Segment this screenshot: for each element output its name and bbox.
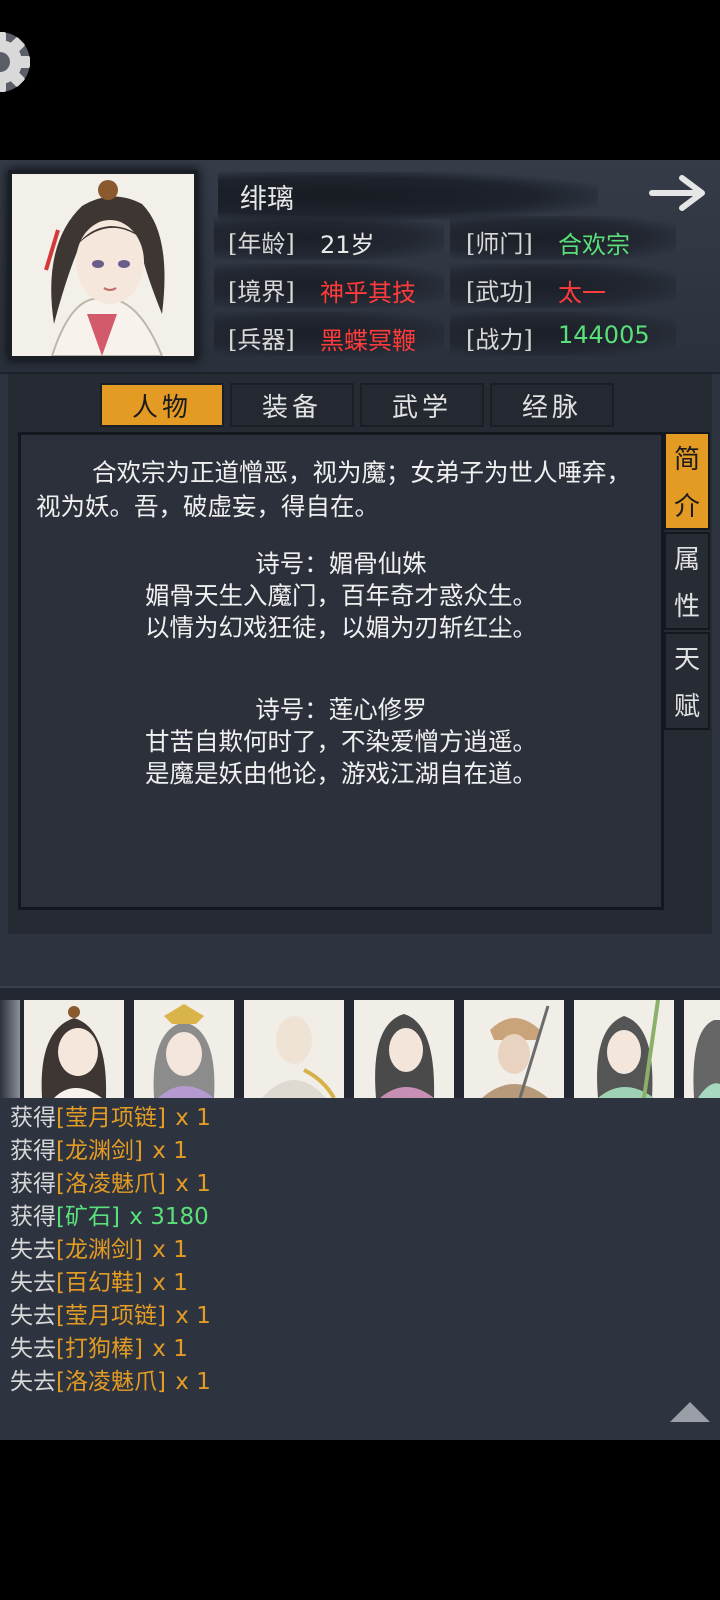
log-entry: 失去[洛凌魅爪] x 1 [10,1362,211,1396]
arrow-right-icon[interactable] [648,172,710,214]
log-verb: 失去 [10,1303,56,1329]
stat-value-realm: 神乎其技 [320,279,416,307]
log-qty: x 1 [175,1105,211,1131]
log-item: [洛凌魅爪] [56,1369,166,1395]
character-thumb[interactable] [354,1000,454,1098]
log-entry: 获得[洛凌魅爪] x 1 [10,1164,211,1198]
side-tab-char: 性 [673,592,700,622]
log-item: [莹月项链] [56,1105,166,1131]
log-entry: 获得[龙渊剑] x 1 [10,1131,188,1165]
log-qty: x 1 [175,1171,211,1197]
log-qty: x 1 [152,1336,188,1362]
side-tab-talents[interactable]: 天 赋 [664,632,710,730]
log-qty: x 1 [152,1138,188,1164]
log-qty: x 1 [152,1237,188,1263]
character-thumb-selected[interactable] [24,1000,124,1098]
divider [0,986,720,988]
log-item: [龙渊剑] [56,1138,143,1164]
log-item: [龙渊剑] [56,1237,143,1263]
side-tab-attributes[interactable]: 属 性 [664,532,710,630]
tab-character[interactable]: 人物 [100,383,224,427]
stat-value-weapon: 黑蝶冥鞭 [320,327,416,355]
stat-label-power: [战力] [466,326,533,354]
character-thumb[interactable] [464,1000,564,1098]
log-entry: 获得[矿石] x 3180 [10,1197,209,1231]
stat-value-sect: 合欢宗 [558,231,630,259]
stat-value-age: 21岁 [320,231,375,259]
log-item: [洛凌魅爪] [56,1171,166,1197]
side-tab-char: 天 [673,645,700,675]
log-verb: 失去 [10,1369,56,1395]
log-qty: x 1 [175,1303,211,1329]
log-qty: x 1 [175,1369,211,1395]
log-verb: 获得 [10,1138,56,1164]
tab-equipment[interactable]: 装备 [230,383,354,427]
poem-title: 诗号：莲心修罗 [255,695,427,724]
side-tab-char: 简 [673,445,700,475]
character-thumb[interactable] [574,1000,674,1098]
log-entry: 获得[莹月项链] x 1 [10,1098,211,1132]
intro-paragraph: 合欢宗为正道憎恶，视为魔；女弟子为世人唾弃，视为妖。吾，破虚妄，得自在。 [36,458,631,521]
log-item: [百幻鞋] [56,1270,143,1296]
stat-label-realm: [境界] [228,278,295,306]
stat-label-age: [年龄] [228,230,295,258]
tab-meridians[interactable]: 经脉 [490,383,614,427]
poem-line: 甘苦自欺何时了，不染爱憎方逍遥。 [145,727,537,756]
character-thumb[interactable] [134,1000,234,1098]
log-entry: 失去[莹月项链] x 1 [10,1296,211,1330]
stat-label-weapon: [兵器] [228,326,295,354]
character-thumb[interactable] [244,1000,344,1098]
log-entry: 失去[百幻鞋] x 1 [10,1263,188,1297]
poem-line: 是魔是妖由他论，游戏江湖自在道。 [145,759,537,788]
side-tab-char: 赋 [673,692,700,722]
stat-label-sect: [师门] [466,230,533,258]
log-qty: x 1 [152,1270,188,1296]
poem-title: 诗号：媚骨仙姝 [255,549,427,578]
log-verb: 失去 [10,1237,56,1263]
stat-label-martial: [武功] [466,278,533,306]
side-tab-intro[interactable]: 简 介 [664,432,710,530]
character-name: 绯璃 [240,184,294,215]
log-item: [矿石] [56,1204,120,1230]
log-entry: 失去[打狗棒] x 1 [10,1329,188,1363]
settings-gear-icon[interactable] [0,22,40,102]
log-verb: 失去 [10,1270,56,1296]
log-qty: x 3180 [129,1204,209,1230]
character-thumb[interactable] [684,1000,720,1098]
log-item: [莹月项链] [56,1303,166,1329]
log-verb: 获得 [10,1105,56,1131]
poem-line: 以情为幻戏狂徒，以媚为刃斩红尘。 [145,613,537,642]
log-item: [打狗棒] [56,1336,143,1362]
log-verb: 失去 [10,1336,56,1362]
stat-value-martial: 太一 [558,279,606,307]
log-entry: 失去[龙渊剑] x 1 [10,1230,188,1264]
side-tab-char: 介 [673,492,700,522]
tab-martial-arts[interactable]: 武学 [360,383,484,427]
poem-line: 媚骨天生入魔门，百年奇才惑众生。 [145,581,537,610]
side-tab-char: 属 [673,545,700,575]
thumb-partial [0,1000,20,1098]
stat-value-power: 144005 [558,321,650,349]
log-verb: 获得 [10,1171,56,1197]
scroll-top-icon[interactable] [668,1400,712,1424]
log-verb: 获得 [10,1204,56,1230]
character-portrait [12,174,194,357]
